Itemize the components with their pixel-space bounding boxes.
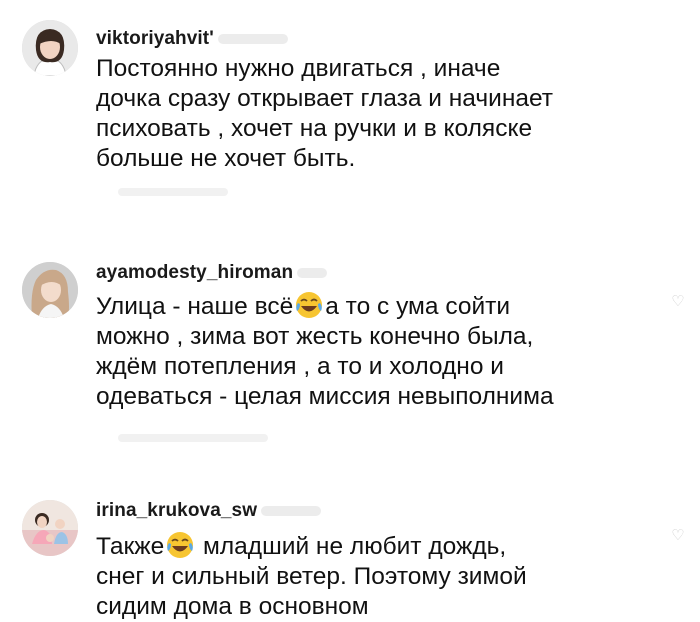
avatar-woman-long-hair-icon xyxy=(22,262,78,318)
comment-meta-blurred xyxy=(118,434,268,442)
like-heart-icon[interactable]: ♡ xyxy=(670,294,686,310)
avatar[interactable] xyxy=(22,262,78,318)
avatar[interactable] xyxy=(22,500,78,556)
face-with-tears-of-joy-icon xyxy=(165,530,195,560)
blurred-region xyxy=(217,33,288,44)
comment-meta-blurred xyxy=(118,188,228,196)
username[interactable]: irina_krukova_sw xyxy=(96,500,322,522)
blurred-region xyxy=(261,505,322,516)
blurred-region xyxy=(297,267,328,278)
face-with-tears-of-joy-icon xyxy=(294,290,324,320)
like-heart-icon[interactable]: ♡ xyxy=(670,528,686,544)
avatar-woman-dark-hair-icon xyxy=(22,20,78,76)
comment-text: Постоянно нужно двигаться , иначе дочка … xyxy=(96,55,554,172)
username[interactable]: viktoriyahvit' xyxy=(96,28,288,50)
username[interactable]: ayamodesty_hiroman xyxy=(96,262,328,284)
comment-text: Также младший не любит дождь, снег и сил… xyxy=(96,530,616,622)
comment-text: Улица - наше всё а то с ума сойти можно ,… xyxy=(96,290,616,412)
avatar[interactable] xyxy=(22,20,78,76)
avatar-family-photo-icon xyxy=(22,500,78,556)
